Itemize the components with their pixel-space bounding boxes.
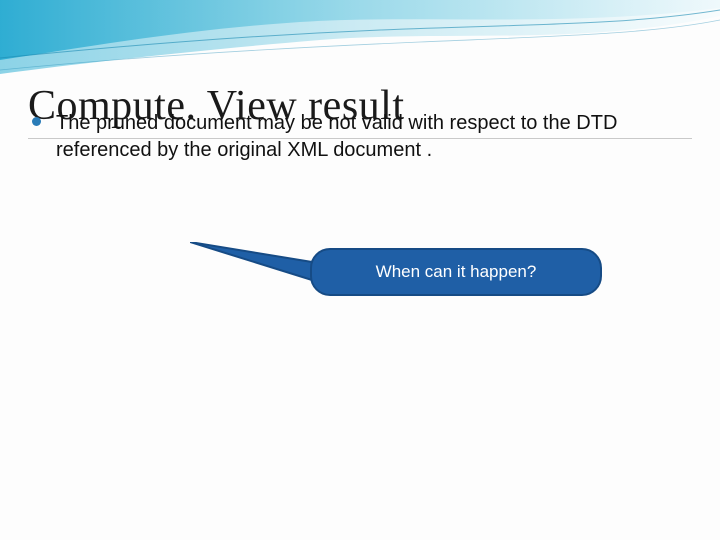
header-wave-decoration bbox=[0, 0, 720, 90]
bullet-text: The pruned document may be not valid wit… bbox=[56, 110, 692, 164]
callout-tail-icon bbox=[190, 242, 320, 294]
callout-bubble: When can it happen? bbox=[310, 248, 602, 296]
bullet-item: The pruned document may be not valid wit… bbox=[28, 110, 692, 164]
callout-text: When can it happen? bbox=[376, 262, 537, 282]
bullet-dot-icon bbox=[32, 117, 41, 126]
